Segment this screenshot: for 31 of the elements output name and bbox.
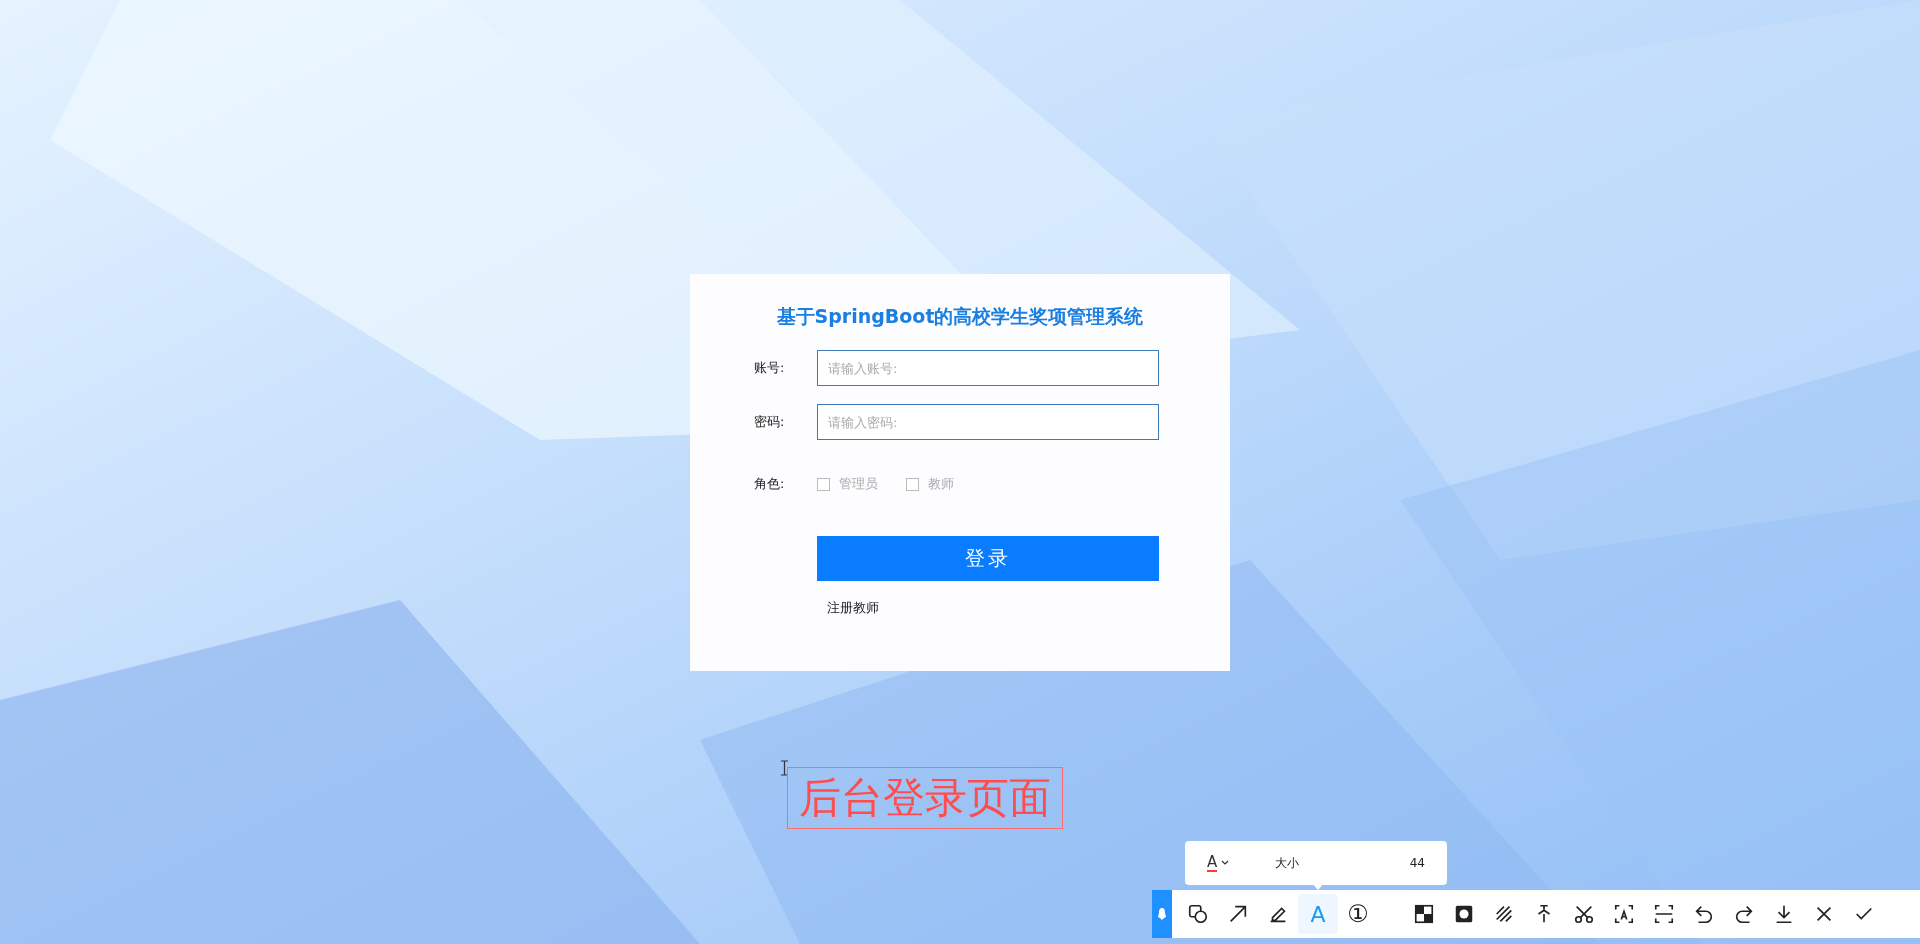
scissors-icon <box>1573 903 1595 925</box>
role-checkbox[interactable]: 管理员 <box>817 475 878 493</box>
checkbox-label: 教师 <box>928 475 954 493</box>
login-button[interactable]: 登录 <box>817 536 1159 581</box>
toolbar-handle[interactable] <box>1152 890 1172 938</box>
text-recognition-icon <box>1613 903 1635 925</box>
register-link[interactable]: 注册教师 <box>827 599 879 617</box>
system-title: 基于SpringBoot的高校学生奖项管理系统 <box>776 304 1144 329</box>
font-color-button[interactable]: A <box>1207 854 1230 872</box>
size-value: 44 <box>1409 856 1425 870</box>
caret-icon <box>1221 860 1230 866</box>
checkbox-label: 管理员 <box>839 475 878 493</box>
field-label: 账号: <box>754 359 786 377</box>
shapes-icon <box>1187 903 1209 925</box>
field-label: 角色: <box>754 475 786 493</box>
arrow-icon <box>1227 903 1249 925</box>
text-tool[interactable]: A <box>1298 894 1338 934</box>
blur-icon <box>1453 903 1475 925</box>
redo-icon <box>1733 903 1755 925</box>
annotation-text: 后台登录页面 <box>799 772 1051 824</box>
field-label: 密码: <box>754 413 786 431</box>
text-cursor-icon <box>780 760 789 776</box>
scan-icon <box>1653 903 1675 925</box>
input-field[interactable]: 请输入账号: <box>817 350 1159 386</box>
mosaic-icon <box>1413 903 1435 925</box>
number-tool[interactable]: ① <box>1338 894 1378 934</box>
stripes-icon <box>1493 903 1515 925</box>
undo-icon <box>1693 903 1715 925</box>
input-field[interactable]: 请输入密码: <box>817 404 1159 440</box>
size-label: 大小 <box>1275 854 1300 872</box>
role-checkbox[interactable]: 教师 <box>906 475 954 493</box>
